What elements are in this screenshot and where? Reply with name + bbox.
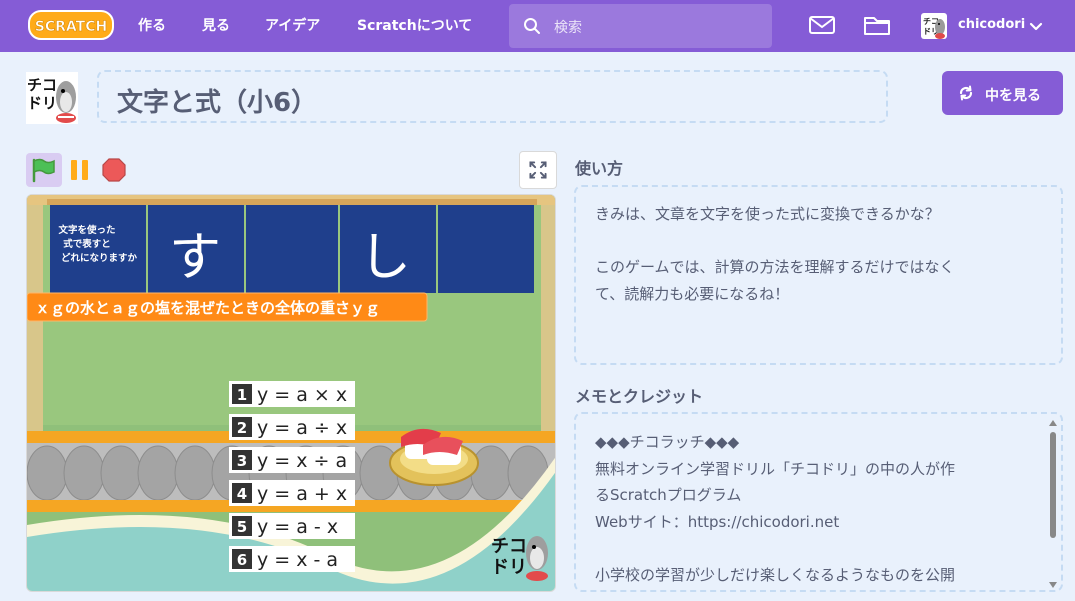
option-2[interactable]: 2 y = a ÷ x bbox=[229, 414, 355, 440]
option-3[interactable]: 3 y = x ÷ a bbox=[229, 447, 355, 473]
see-inside-label: 中を見る bbox=[985, 88, 1041, 104]
svg-text:チコ: チコ bbox=[491, 536, 527, 557]
option-6[interactable]: 6 y = x - a bbox=[229, 546, 355, 572]
credits-box: ◆◆◆チコラッチ◆◆◆ 無料オンライン学習ドリル「チコドリ」の中の人が作 るSc… bbox=[574, 412, 1063, 592]
avatar-watermark-line2: ドリ bbox=[27, 94, 57, 112]
chevron-down-icon[interactable] bbox=[1028, 18, 1044, 34]
credits-label: メモとクレジット bbox=[575, 387, 704, 406]
noren-text-line1: 文字を使った bbox=[57, 224, 115, 236]
search-bar[interactable]: 検索 bbox=[509, 4, 772, 48]
green-flag-button[interactable] bbox=[26, 153, 62, 187]
svg-text:2: 2 bbox=[237, 419, 247, 437]
chicodori-watermark: チコ ドリ bbox=[491, 536, 548, 581]
fullscreen-button[interactable] bbox=[519, 151, 557, 189]
credits-text: ◆◆◆チコラッチ◆◆◆ 無料オンライン学習ドリル「チコドリ」の中の人が作 るSc… bbox=[595, 433, 956, 584]
svg-text:6: 6 bbox=[237, 551, 247, 569]
search-placeholder: 検索 bbox=[554, 20, 582, 36]
username[interactable]: chicodori bbox=[958, 17, 1025, 32]
nav-about[interactable]: Scratchについて bbox=[357, 15, 472, 35]
svg-text:4: 4 bbox=[237, 485, 247, 503]
option-1[interactable]: 1 y = a × x bbox=[229, 381, 355, 407]
pause-icon[interactable] bbox=[68, 158, 92, 182]
svg-text:1: 1 bbox=[237, 386, 247, 404]
svg-text:y = a × x: y = a × x bbox=[257, 384, 347, 406]
message-icon[interactable] bbox=[808, 13, 836, 37]
see-inside-button[interactable]: 中を見る bbox=[942, 71, 1063, 115]
search-icon bbox=[524, 18, 540, 34]
noren-text-line3: どれになりますか bbox=[61, 252, 138, 264]
project-title-field[interactable]: 文字と式（小6） bbox=[97, 70, 888, 123]
svg-text:y = a + x: y = a + x bbox=[257, 483, 347, 505]
avatar-watermark-line1: チコ bbox=[27, 76, 57, 94]
logo-text: SCRATCH bbox=[35, 19, 107, 35]
svg-text:3: 3 bbox=[237, 452, 247, 470]
project-stage[interactable]: 文字を使った 式で表すと どれになりますか す し ｘｇの水とａｇの塩を混ぜたと… bbox=[26, 194, 556, 592]
credits-scrollbar[interactable] bbox=[1049, 418, 1057, 590]
noren-curtain bbox=[47, 199, 537, 293]
green-flag-icon bbox=[32, 158, 55, 183]
instructions-box: きみは、文章を文字を使った式に変換できるかな？ このゲームでは、計算の方法を理解… bbox=[574, 185, 1063, 365]
user-avatar[interactable]: チコ ドリ bbox=[921, 13, 947, 39]
svg-text:y = a - x: y = a - x bbox=[257, 516, 338, 538]
project-author-avatar[interactable]: チコ ドリ bbox=[26, 72, 78, 124]
noren-char-shi: し bbox=[359, 228, 411, 288]
noren-char-su: す bbox=[169, 228, 221, 288]
nav-explore[interactable]: 見る bbox=[202, 15, 230, 35]
question-text: ｘｇの水とａｇの塩を混ぜたときの全体の重さｙｇ bbox=[35, 299, 380, 318]
svg-text:5: 5 bbox=[237, 518, 247, 536]
nav-create[interactable]: 作る bbox=[138, 15, 166, 35]
noren-text-line2: 式で表すと bbox=[63, 238, 111, 250]
svg-text:y = x - a: y = x - a bbox=[257, 549, 338, 571]
instructions-label: 使い方 bbox=[575, 159, 624, 178]
stage-canvas: 文字を使った 式で表すと どれになりますか す し ｘｇの水とａｇの塩を混ぜたと… bbox=[27, 195, 555, 591]
svg-text:y = x ÷ a: y = x ÷ a bbox=[257, 450, 347, 472]
option-4[interactable]: 4 y = a + x bbox=[229, 480, 355, 506]
fullscreen-icon bbox=[529, 161, 547, 179]
remix-icon bbox=[959, 85, 973, 101]
top-nav-bar: SCRATCH 作る 見る アイデア Scratchについて 検索 チコ ドリ … bbox=[0, 0, 1075, 52]
svg-text:y = a ÷ x: y = a ÷ x bbox=[257, 417, 347, 439]
nav-ideas[interactable]: アイデア bbox=[265, 15, 320, 35]
instructions-text: きみは、文章を文字を使った式に変換できるかな？ このゲームでは、計算の方法を理解… bbox=[595, 205, 955, 303]
option-5[interactable]: 5 y = a - x bbox=[229, 513, 355, 539]
folder-icon[interactable] bbox=[863, 13, 891, 37]
svg-text:ドリ: ドリ bbox=[491, 557, 527, 578]
scratch-logo[interactable]: SCRATCH bbox=[28, 10, 114, 40]
stop-icon[interactable] bbox=[102, 158, 126, 182]
project-title: 文字と式（小6） bbox=[117, 88, 318, 118]
